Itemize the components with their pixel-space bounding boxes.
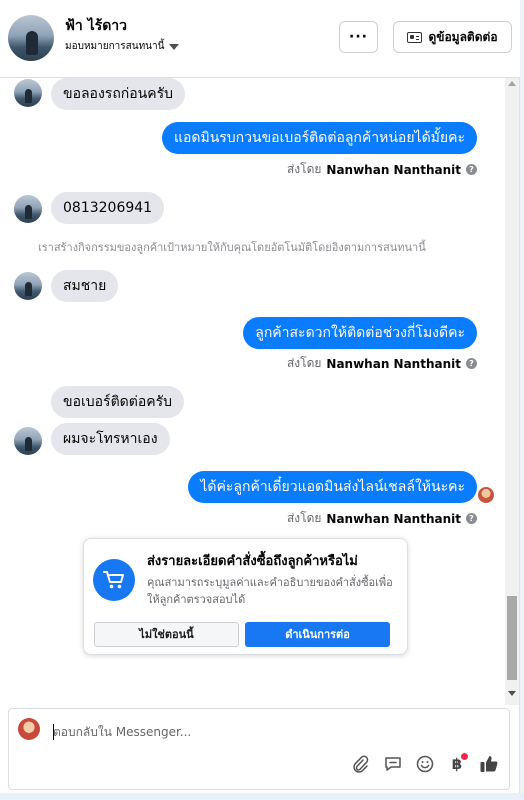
assign-conversation-dropdown[interactable]: มอบหมายการสนทนานี้ [65, 39, 180, 54]
reply-input[interactable] [53, 721, 473, 743]
contact-name[interactable]: ฟ้า ไร้ดาว [65, 15, 127, 37]
sender-name: Nanwhan Nanthanit [326, 356, 461, 371]
contact-card-icon [407, 31, 423, 43]
incoming-message[interactable]: ขอลองรถก่อนครับ [51, 78, 186, 110]
order-prompt-description: คุณสามารถระบุมูลค่าและคำอธิบายของคำสั่งซ… [147, 576, 393, 606]
order-details-prompt-card: ส่งรายละเอียดคำสั่งซื้อถึงลูกค้าหรือไม่ … [83, 538, 408, 655]
contact-avatar-small [14, 195, 42, 223]
incoming-message[interactable]: สมชาย [51, 270, 119, 302]
contact-avatar-small [14, 427, 42, 455]
caret-down-icon [169, 43, 180, 50]
message-list: ขอลองรถก่อนครับ แอดมินรบกวนขอเบอร์ติดต่อ… [0, 78, 520, 705]
window-bottom-edge [0, 793, 524, 800]
notification-dot [461, 753, 468, 760]
scroll-down-arrow-icon[interactable] [508, 691, 516, 696]
page-avatar [18, 718, 40, 740]
outgoing-message[interactable]: แอดมินรบกวนขอเบอร์ติดต่อลูกค้าหน่อยได้มั… [161, 122, 477, 154]
help-icon[interactable]: ? [466, 164, 477, 175]
incoming-message[interactable]: ขอเบอร์ติดต่อครับ [51, 386, 185, 418]
scrollbar-thumb[interactable] [507, 596, 517, 680]
help-icon[interactable]: ? [466, 513, 477, 524]
more-options-label: ··· [349, 29, 368, 45]
view-contact-info-button[interactable]: ดูข้อมูลติดต่อ [393, 21, 512, 53]
seen-by-avatar [478, 487, 494, 503]
contact-avatar[interactable] [8, 15, 54, 61]
payment-baht-icon[interactable]: ฿ [446, 753, 468, 775]
sent-by-prefix: ส่งโดย [286, 162, 322, 176]
like-thumbs-up-icon[interactable] [478, 753, 500, 775]
sender-name: Nanwhan Nanthanit [326, 162, 461, 177]
sender-name: Nanwhan Nanthanit [326, 511, 461, 526]
outgoing-message[interactable]: ได้ค่ะลูกค้าเดี๋ยวแอดมินส่งไลน์เชลล์ให้น… [188, 471, 477, 503]
help-icon[interactable]: ? [466, 358, 477, 369]
attachment-paperclip-icon[interactable] [349, 753, 371, 775]
not-now-button[interactable]: ไม่ใช่ตอนนี้ [94, 622, 239, 647]
conversation-header: ฟ้า ไร้ดาว มอบหมายการสนทนานี้ ··· ดูข้อม… [0, 0, 520, 78]
order-prompt-title: ส่งรายละเอียดคำสั่งซื้อถึงลูกค้าหรือไม่ [147, 554, 358, 569]
saved-replies-icon[interactable] [382, 753, 404, 775]
assign-conversation-label: มอบหมายการสนทนานี้ [65, 41, 165, 52]
sent-by-prefix: ส่งโดย [286, 356, 322, 370]
more-options-button[interactable]: ··· [339, 21, 378, 53]
contact-avatar-small [14, 79, 42, 107]
sent-by-label: ส่งโดย Nanwhan Nanthanit ? [287, 160, 477, 179]
incoming-message[interactable]: ผมจะโทรหาเอง [51, 423, 170, 455]
contact-avatar-small [14, 272, 42, 300]
outgoing-message[interactable]: ลูกค้าสะดวกให้ติดต่อช่วงกี่โมงดีคะ [243, 317, 477, 349]
messenger-conversation-panel: ฟ้า ไร้ดาว มอบหมายการสนทนานี้ ··· ดูข้อม… [0, 0, 520, 800]
sent-by-label: ส่งโดย Nanwhan Nanthanit ? [287, 509, 477, 528]
system-note: เราสร้างกิจกรรมของลูกค้าเป้าหมายให้กับคุ… [38, 241, 426, 254]
sent-by-prefix: ส่งโดย [286, 511, 322, 525]
sent-by-label: ส่งโดย Nanwhan Nanthanit ? [287, 354, 477, 373]
shopping-cart-icon [93, 559, 135, 601]
scroll-up-arrow-icon[interactable] [508, 81, 516, 86]
view-contact-info-label: ดูข้อมูลติดต่อ [428, 29, 498, 44]
incoming-message[interactable]: 0813206941 [51, 192, 165, 224]
message-composer: ฿ [8, 708, 510, 790]
emoji-icon[interactable] [414, 753, 436, 775]
continue-button[interactable]: ดำเนินการต่อ [245, 622, 390, 647]
message-list-scrollbar[interactable] [505, 78, 519, 705]
